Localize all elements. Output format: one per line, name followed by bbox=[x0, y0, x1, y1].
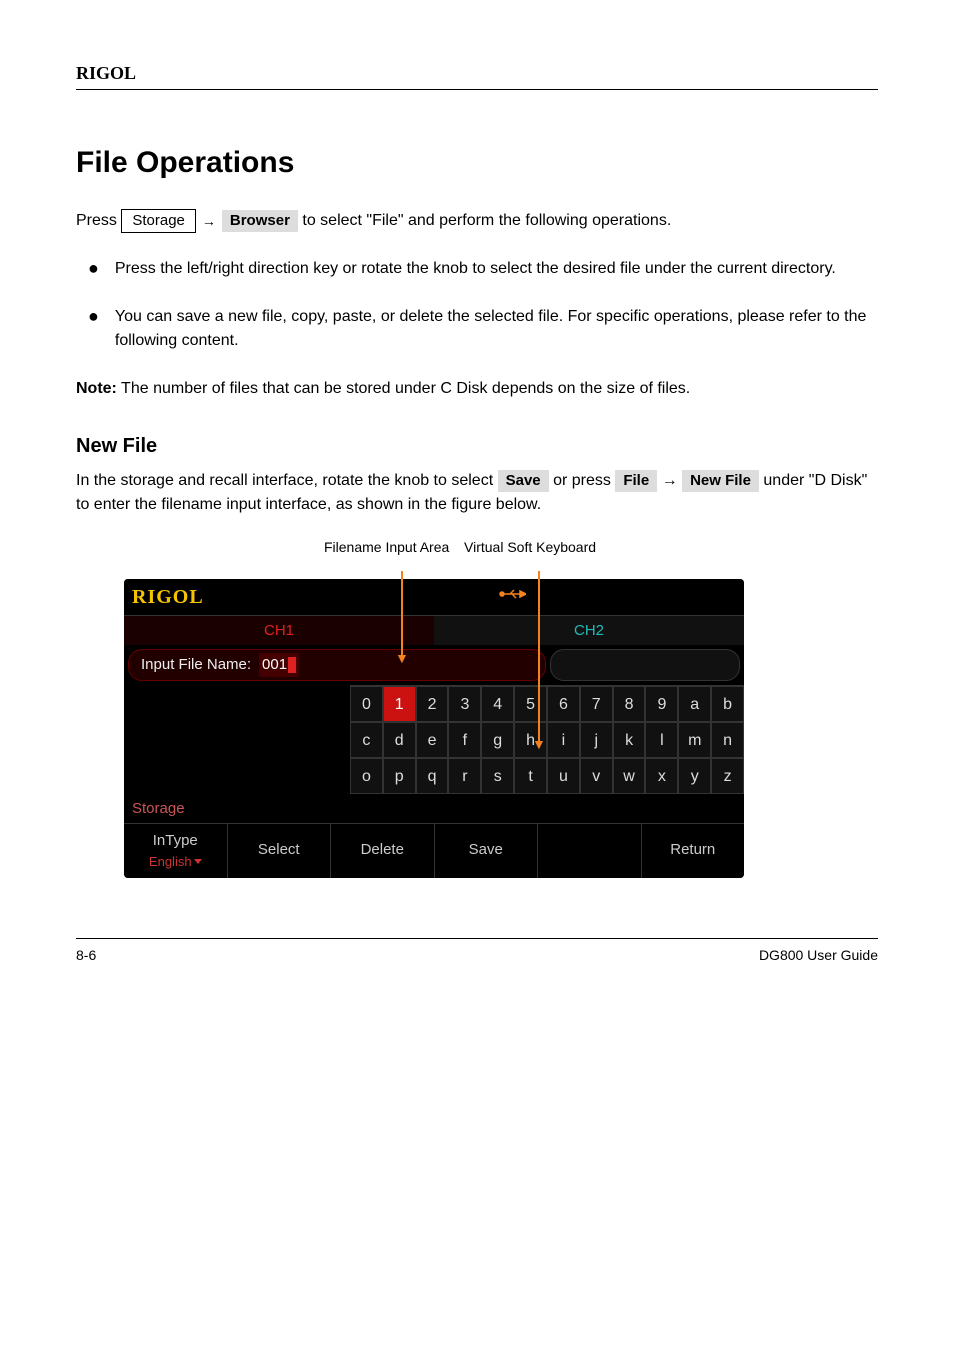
key-w[interactable]: w bbox=[613, 758, 646, 794]
key-n[interactable]: n bbox=[711, 722, 744, 758]
soft-menu: InTypeEnglish Select Delete Save Return bbox=[124, 824, 744, 878]
menu-item-save[interactable]: Save bbox=[435, 824, 539, 878]
menu-label: Save bbox=[469, 839, 503, 862]
intro-suffix: to select "File" and perform the followi… bbox=[302, 212, 671, 229]
arrow-sep: → bbox=[202, 211, 216, 232]
key-e[interactable]: e bbox=[416, 722, 449, 758]
intro-prefix: Press bbox=[76, 212, 121, 229]
key-v[interactable]: v bbox=[580, 758, 613, 794]
filename-label: Input File Name: bbox=[141, 654, 251, 677]
key-i[interactable]: i bbox=[547, 722, 580, 758]
storage-hardkey: Storage bbox=[121, 209, 196, 233]
filename-row: Input File Name: 001 bbox=[124, 645, 744, 685]
menu-label: Return bbox=[670, 839, 715, 862]
list-item: ● Press the left/right direction key or … bbox=[88, 257, 878, 281]
menu-label: Delete bbox=[361, 839, 404, 862]
tab-ch2[interactable]: CH2 bbox=[434, 615, 744, 645]
intro-paragraph: Press Storage → Browser to select "File"… bbox=[76, 209, 878, 233]
key-k[interactable]: k bbox=[613, 722, 646, 758]
menu-item-return[interactable]: Return bbox=[642, 824, 745, 878]
key-3[interactable]: 3 bbox=[448, 686, 481, 722]
channel-tabs: CH1 CH2 bbox=[124, 615, 744, 645]
key-0[interactable]: 0 bbox=[350, 686, 383, 722]
save-text-1: In the storage and recall interface, rot… bbox=[76, 472, 498, 489]
status-bar: Storage bbox=[124, 794, 744, 824]
footer-right: DG800 User Guide bbox=[759, 945, 878, 966]
filename-aux-box bbox=[550, 649, 740, 681]
cursor bbox=[288, 657, 296, 673]
menu-sublabel: English bbox=[149, 852, 202, 872]
key-z[interactable]: z bbox=[711, 758, 744, 794]
key-r[interactable]: r bbox=[448, 758, 481, 794]
key-d[interactable]: d bbox=[383, 722, 416, 758]
save-softkey: Save bbox=[498, 470, 549, 492]
virtual-keyboard[interactable]: 0123456789abcdefghijklmnopqrstuvwxyz bbox=[350, 685, 744, 794]
key-o[interactable]: o bbox=[350, 758, 383, 794]
key-m[interactable]: m bbox=[678, 722, 711, 758]
note-paragraph: Note: The number of files that can be st… bbox=[76, 377, 878, 401]
key-7[interactable]: 7 bbox=[580, 686, 613, 722]
list-item: ● You can save a new file, copy, paste, … bbox=[88, 305, 878, 353]
key-8[interactable]: 8 bbox=[613, 686, 646, 722]
key-5[interactable]: 5 bbox=[514, 686, 547, 722]
browser-softkey: Browser bbox=[222, 210, 298, 232]
key-a[interactable]: a bbox=[678, 686, 711, 722]
key-q[interactable]: q bbox=[416, 758, 449, 794]
key-t[interactable]: t bbox=[514, 758, 547, 794]
screenshot-wrapper: ▼ ▼ RIGOL CH1 CH2 Input File Name: 001 bbox=[124, 579, 744, 878]
key-b[interactable]: b bbox=[711, 686, 744, 722]
bullet-list: ● Press the left/right direction key or … bbox=[88, 257, 878, 353]
keyboard-spacer bbox=[124, 685, 350, 794]
menu-item-delete[interactable]: Delete bbox=[331, 824, 435, 878]
callout-b: Virtual Soft Keyboard bbox=[464, 537, 596, 558]
breadcrumb: Storage → Browser bbox=[121, 209, 298, 233]
bullet-dot: ● bbox=[88, 257, 99, 281]
key-g[interactable]: g bbox=[481, 722, 514, 758]
usb-icon bbox=[498, 585, 526, 609]
device-logo: RIGOL bbox=[132, 582, 204, 612]
newfile-softkey: New File bbox=[682, 470, 759, 492]
menu-item-select[interactable]: Select bbox=[228, 824, 332, 878]
footer-left: 8-6 bbox=[76, 945, 96, 966]
key-9[interactable]: 9 bbox=[645, 686, 678, 722]
key-x[interactable]: x bbox=[645, 758, 678, 794]
page-title: File Operations bbox=[76, 140, 878, 185]
save-text-2: or press bbox=[553, 472, 615, 489]
bullet-text-0: Press the left/right direction key or ro… bbox=[115, 257, 836, 281]
menu-label: InType bbox=[153, 830, 198, 853]
menu-item-intype[interactable]: InTypeEnglish bbox=[124, 824, 228, 878]
tab-ch1[interactable]: CH1 bbox=[124, 615, 434, 645]
key-6[interactable]: 6 bbox=[547, 686, 580, 722]
virtual-keyboard-area: 0123456789abcdefghijklmnopqrstuvwxyz bbox=[124, 685, 744, 794]
sub-title: New File bbox=[76, 431, 878, 461]
key-y[interactable]: y bbox=[678, 758, 711, 794]
save-paragraph: In the storage and recall interface, rot… bbox=[76, 469, 878, 517]
screenshot-topbar: RIGOL bbox=[124, 579, 744, 615]
bullet-text-1: You can save a new file, copy, paste, or… bbox=[115, 305, 878, 353]
key-j[interactable]: j bbox=[580, 722, 613, 758]
device-screenshot: RIGOL CH1 CH2 Input File Name: 001 01234… bbox=[124, 579, 744, 878]
key-s[interactable]: s bbox=[481, 758, 514, 794]
key-u[interactable]: u bbox=[547, 758, 580, 794]
page-footer: 8-6 DG800 User Guide bbox=[76, 938, 878, 966]
key-2[interactable]: 2 bbox=[416, 686, 449, 722]
key-4[interactable]: 4 bbox=[481, 686, 514, 722]
note-body: The number of files that can be stored u… bbox=[117, 380, 690, 397]
save-text-3: → bbox=[662, 472, 682, 489]
chevron-down-icon bbox=[194, 859, 202, 864]
note-label: Note: bbox=[76, 380, 117, 397]
key-c[interactable]: c bbox=[350, 722, 383, 758]
menu-label: Select bbox=[258, 839, 300, 862]
brand-header: RIGOL bbox=[76, 60, 878, 90]
file-softkey: File bbox=[615, 470, 657, 492]
callout-a: Filename Input Area bbox=[324, 537, 449, 558]
key-f[interactable]: f bbox=[448, 722, 481, 758]
key-p[interactable]: p bbox=[383, 758, 416, 794]
filename-input-area[interactable]: Input File Name: 001 bbox=[128, 649, 546, 681]
menu-item-blank-4 bbox=[538, 824, 642, 878]
filename-value: 001 bbox=[259, 653, 299, 678]
bullet-dot: ● bbox=[88, 305, 99, 353]
key-1[interactable]: 1 bbox=[383, 686, 416, 722]
key-l[interactable]: l bbox=[645, 722, 678, 758]
